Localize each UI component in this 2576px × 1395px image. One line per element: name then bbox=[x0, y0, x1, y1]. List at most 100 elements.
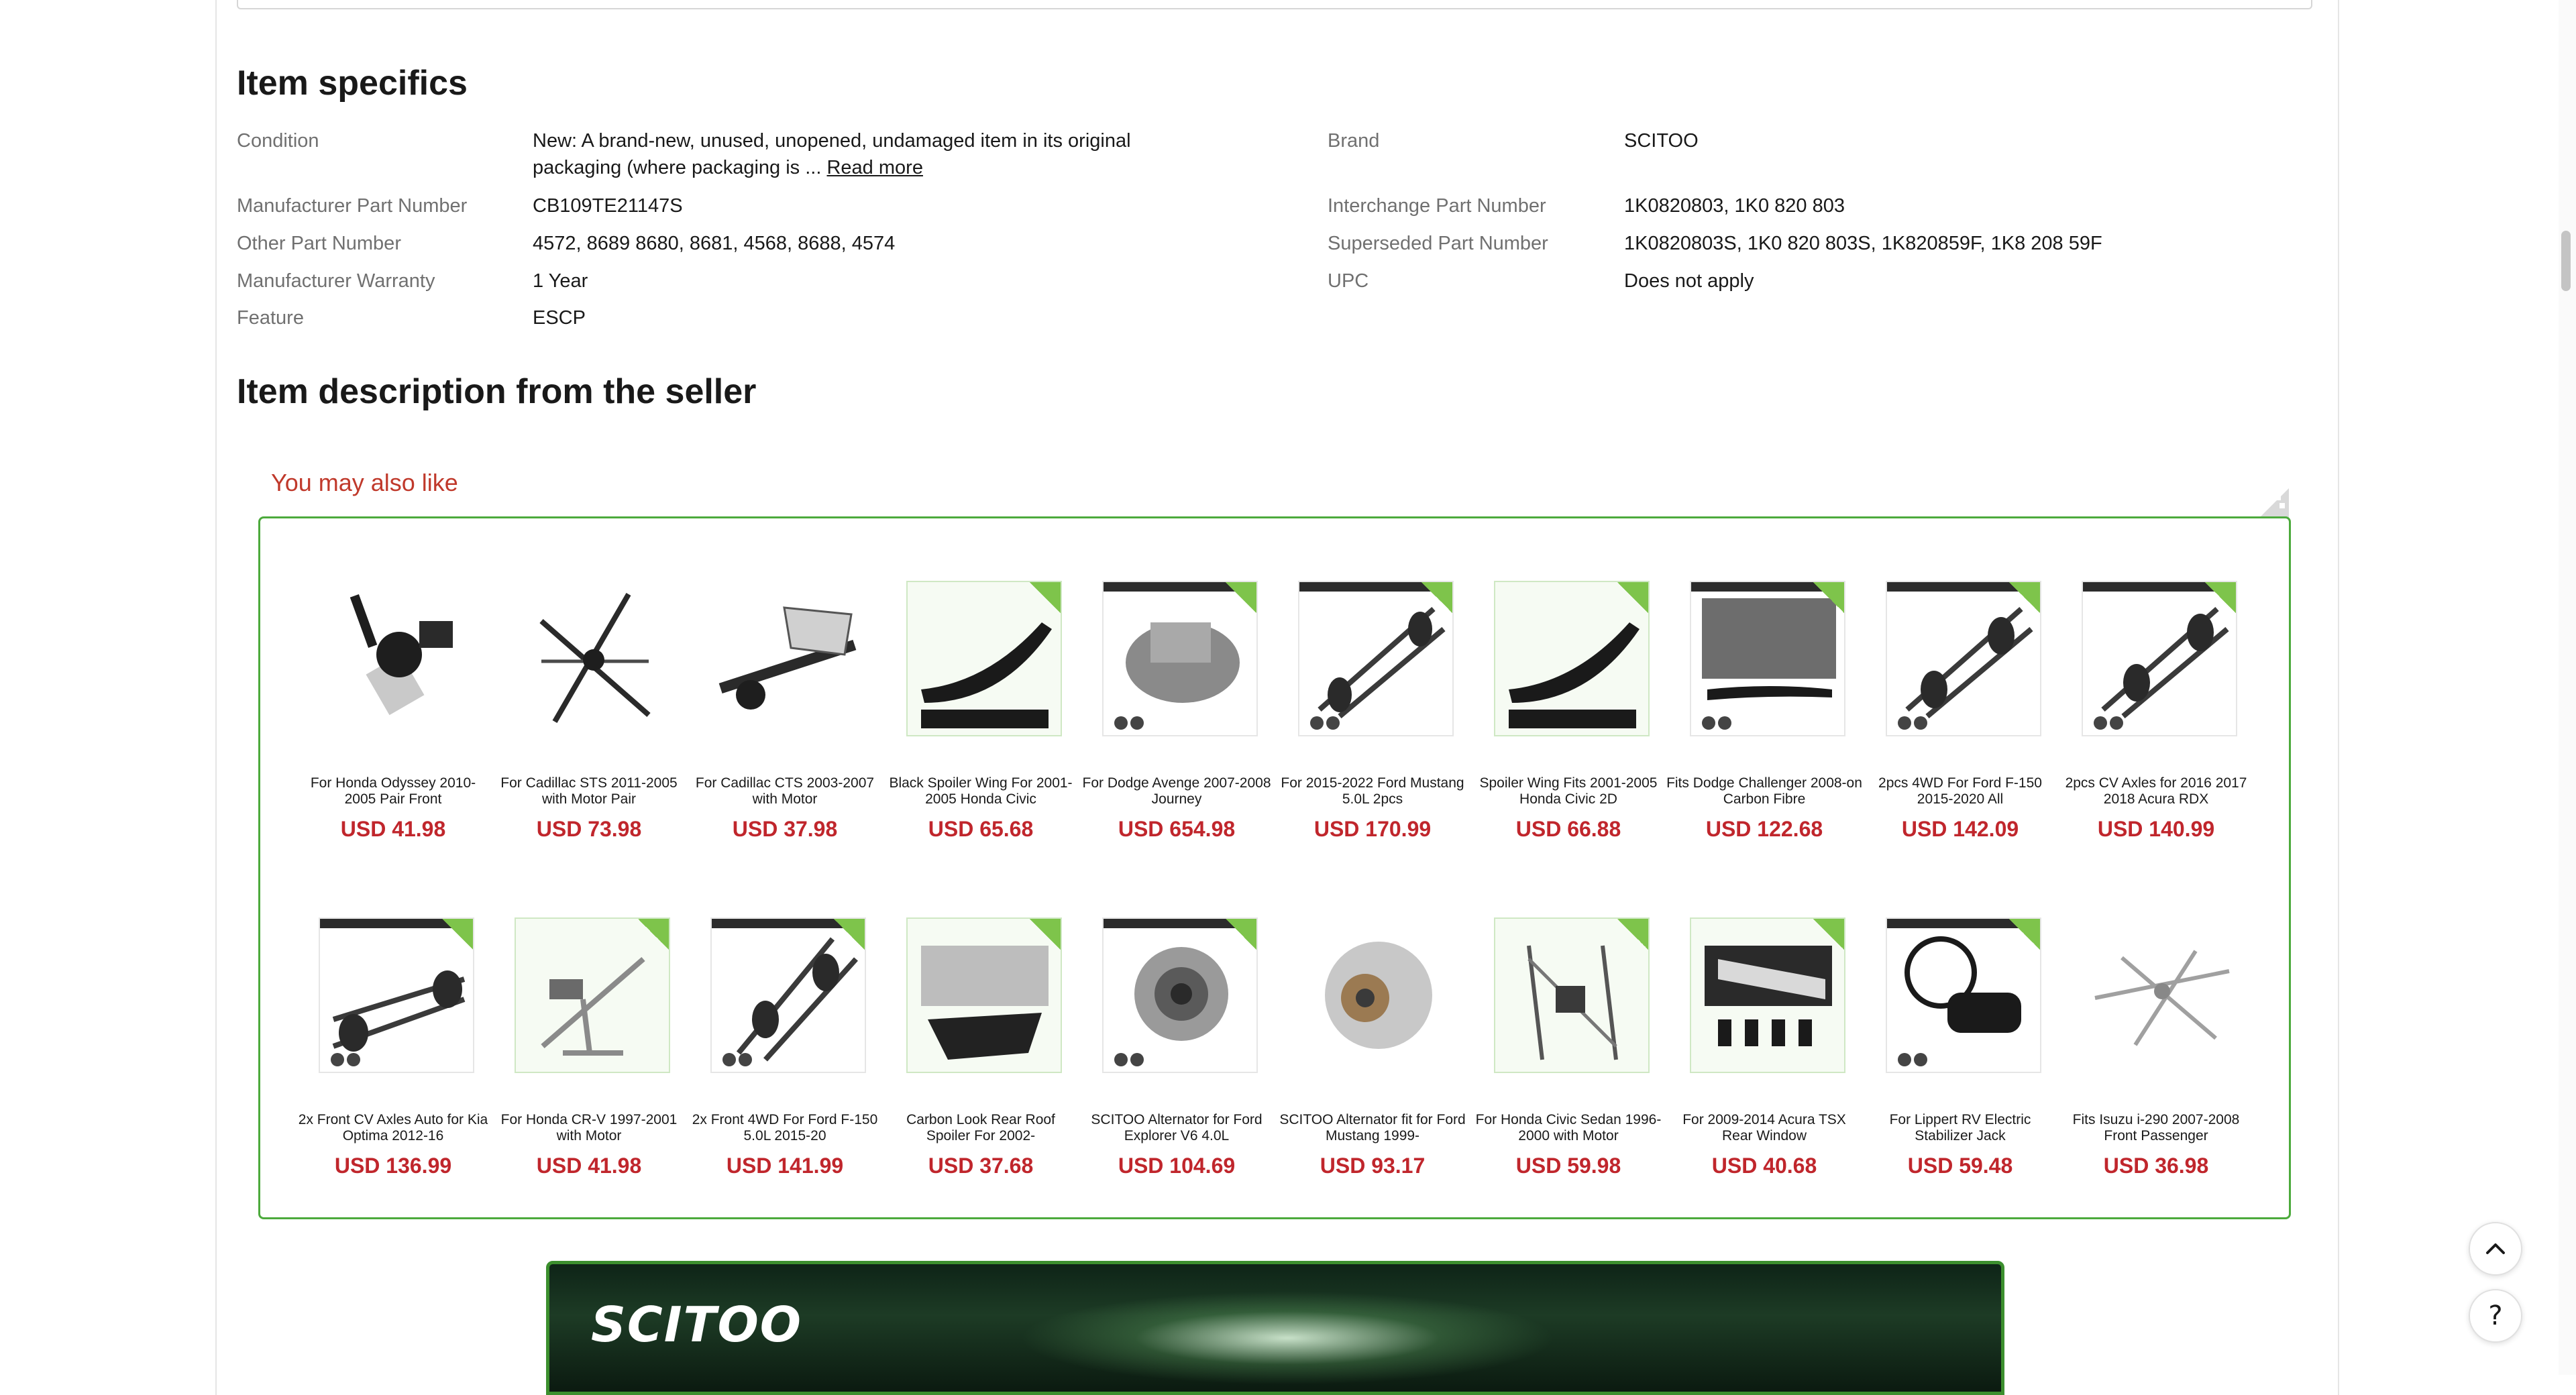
window-regulator-icon bbox=[1527, 945, 1618, 1060]
product-thumbnail[interactable] bbox=[1102, 917, 1258, 1073]
read-more-link[interactable]: Read more bbox=[826, 157, 922, 178]
window-regulator-icon bbox=[350, 594, 453, 716]
product-thumbnail[interactable] bbox=[1886, 917, 2041, 1073]
scrollbar-thumb[interactable] bbox=[2561, 231, 2571, 291]
product-thumbnail[interactable] bbox=[1690, 917, 1845, 1073]
product-price: USD 654.98 bbox=[1118, 817, 1236, 841]
condition-truncated-text: packaging (where packaging is ... bbox=[533, 157, 827, 178]
window-regulator-icon bbox=[541, 956, 645, 1056]
spec-value-mpn: CB109TE21147S bbox=[533, 195, 683, 217]
product-price: USD 104.69 bbox=[1118, 1154, 1236, 1178]
spec-value-brand: SCITOO bbox=[1624, 130, 1699, 152]
alternator-icon bbox=[1325, 942, 1432, 1049]
window-regulator-icon bbox=[539, 592, 651, 724]
product-name[interactable]: For 2009-2014 Acura TSX Rear Window bbox=[1666, 1112, 1862, 1144]
scitoo-logo: SCITOO bbox=[591, 1296, 803, 1353]
spec-label-warranty: Manufacturer Warranty bbox=[237, 270, 435, 292]
product-price: USD 136.99 bbox=[334, 1154, 452, 1178]
product-thumbnail[interactable] bbox=[1494, 581, 1650, 736]
product-name[interactable]: For Cadillac STS 2011-2005 with Motor Pa… bbox=[491, 775, 687, 807]
spec-value-feature: ESCP bbox=[533, 307, 586, 329]
back-to-top-button[interactable] bbox=[2469, 1222, 2522, 1276]
product-thumbnail[interactable] bbox=[1298, 581, 1454, 736]
cv-axle-icon bbox=[331, 970, 466, 1066]
product-price: USD 41.98 bbox=[340, 817, 446, 841]
item-specifics-title: Item specifics bbox=[237, 64, 468, 103]
product-thumbnail[interactable] bbox=[515, 581, 670, 736]
seller-brand-banner: SCITOO bbox=[546, 1261, 2004, 1395]
product-name[interactable]: For Honda Civic Sedan 1996-2000 with Mot… bbox=[1470, 1112, 1666, 1144]
product-name[interactable]: Carbon Look Rear Roof Spoiler For 2002- bbox=[883, 1112, 1079, 1144]
product-price: USD 66.88 bbox=[1515, 817, 1621, 841]
product-thumbnail[interactable] bbox=[2082, 581, 2237, 736]
product-price: USD 73.98 bbox=[536, 817, 642, 841]
product-name[interactable]: For Honda Odyssey 2010-2005 Pair Front bbox=[295, 775, 491, 807]
product-thumbnail[interactable] bbox=[906, 581, 1062, 736]
help-button[interactable]: ? bbox=[2469, 1289, 2522, 1343]
corner-decoration-icon bbox=[2259, 488, 2289, 518]
spec-label-brand: Brand bbox=[1328, 130, 1380, 152]
spec-value-interchange: 1K0820803, 1K0 820 803 bbox=[1624, 195, 1845, 217]
spec-label-interchange: Interchange Part Number bbox=[1328, 195, 1546, 217]
spec-label-feature: Feature bbox=[237, 307, 304, 329]
alternator-icon bbox=[1114, 947, 1228, 1066]
product-name[interactable]: Fits Dodge Challenger 2008-on Carbon Fib… bbox=[1666, 775, 1862, 807]
product-price: USD 93.17 bbox=[1320, 1154, 1426, 1178]
spec-label-other-part-number: Other Part Number bbox=[237, 233, 401, 254]
product-price: USD 40.68 bbox=[1711, 1154, 1817, 1178]
product-price: USD 59.48 bbox=[1907, 1154, 2013, 1178]
product-thumbnail[interactable] bbox=[319, 917, 474, 1073]
product-name[interactable]: Spoiler Wing Fits 2001-2005 Honda Civic … bbox=[1470, 775, 1666, 807]
scrollbar-track[interactable] bbox=[2559, 0, 2576, 1375]
product-price: USD 122.68 bbox=[1705, 817, 1823, 841]
product-name[interactable]: 2x Front 4WD For Ford F-150 5.0L 2015-20 bbox=[687, 1112, 883, 1144]
product-thumbnail[interactable] bbox=[1886, 581, 2041, 736]
product-price: USD 141.99 bbox=[726, 1154, 844, 1178]
product-name[interactable]: For 2015-2022 Ford Mustang 5.0L 2pcs bbox=[1275, 775, 1470, 807]
product-name[interactable]: For Cadillac CTS 2003-2007 with Motor bbox=[687, 775, 883, 807]
product-thumbnail[interactable] bbox=[1102, 581, 1258, 736]
product-price: USD 170.99 bbox=[1313, 817, 1432, 841]
product-name[interactable]: For Honda CR-V 1997-2001 with Motor bbox=[491, 1112, 687, 1144]
you-may-also-like-title: You may also like bbox=[271, 469, 458, 496]
product-name[interactable]: For Lippert RV Electric Stabilizer Jack bbox=[1862, 1112, 2058, 1144]
product-thumbnail[interactable] bbox=[1690, 581, 1845, 736]
product-name[interactable]: 2pcs 4WD For Ford F-150 2015-2020 All bbox=[1862, 775, 2058, 807]
transfer-case-icon bbox=[1114, 622, 1240, 730]
product-price: USD 36.98 bbox=[2103, 1154, 2209, 1178]
product-thumbnail[interactable] bbox=[710, 581, 866, 736]
window-regulator-icon bbox=[2094, 950, 2230, 1046]
spec-label-mpn: Manufacturer Part Number bbox=[237, 195, 468, 217]
product-thumbnail[interactable] bbox=[1494, 917, 1650, 1073]
product-thumbnail[interactable] bbox=[515, 917, 670, 1073]
carbon-trim-icon bbox=[1702, 598, 1836, 730]
product-price: USD 41.98 bbox=[536, 1154, 642, 1178]
product-name[interactable]: SCITOO Alternator for Ford Explorer V6 4… bbox=[1079, 1112, 1275, 1144]
cv-axle-icon bbox=[1310, 607, 1446, 730]
product-name[interactable]: For Dodge Avenge 2007-2008 Journey bbox=[1079, 775, 1275, 807]
spec-value-other-part-number: 4572, 8689 8680, 8681, 4568, 8688, 4574 bbox=[533, 233, 896, 254]
product-thumbnail[interactable] bbox=[2082, 917, 2237, 1073]
previous-section-box bbox=[237, 0, 2312, 9]
product-name[interactable]: 2pcs CV Axles for 2016 2017 2018 Acura R… bbox=[2058, 775, 2254, 807]
product-name[interactable]: 2x Front CV Axles Auto for Kia Optima 20… bbox=[295, 1112, 491, 1144]
product-thumbnail[interactable] bbox=[319, 581, 474, 736]
product-price: USD 140.99 bbox=[2097, 817, 2215, 841]
product-price: USD 65.68 bbox=[928, 817, 1034, 841]
product-price: USD 37.68 bbox=[928, 1154, 1034, 1178]
spec-value-superseded: 1K0820803S, 1K0 820 803S, 1K820859F, 1K8… bbox=[1624, 233, 2102, 254]
spec-label-condition: Condition bbox=[237, 130, 319, 152]
product-name[interactable]: SCITOO Alternator fit for Ford Mustang 1… bbox=[1275, 1112, 1470, 1144]
cv-axle-icon bbox=[722, 937, 858, 1066]
product-name[interactable]: Black Spoiler Wing For 2001-2005 Honda C… bbox=[883, 775, 1079, 807]
cv-axle-icon bbox=[1898, 607, 2033, 730]
product-price: USD 142.09 bbox=[1901, 817, 2019, 841]
spec-label-superseded: Superseded Part Number bbox=[1328, 233, 1548, 254]
spoiler-wing-icon bbox=[921, 622, 1052, 728]
spec-value-condition-line2: packaging (where packaging is ... Read m… bbox=[533, 154, 923, 181]
product-thumbnail[interactable] bbox=[1298, 917, 1454, 1073]
product-thumbnail[interactable] bbox=[710, 917, 866, 1073]
spec-label-upc: UPC bbox=[1328, 270, 1369, 292]
product-name[interactable]: Fits Isuzu i-290 2007-2008 Front Passeng… bbox=[2058, 1112, 2254, 1144]
product-thumbnail[interactable] bbox=[906, 917, 1062, 1073]
